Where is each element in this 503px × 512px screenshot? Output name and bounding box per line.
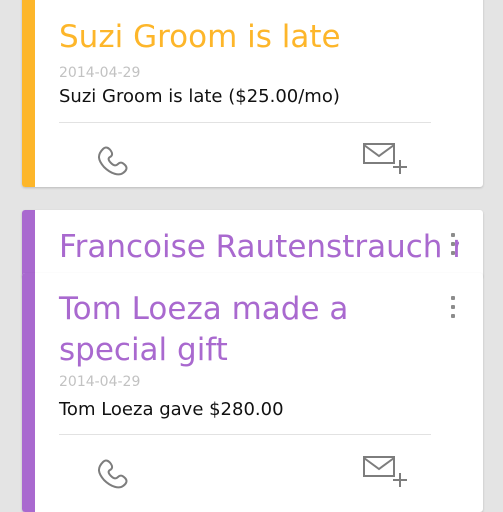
card-body: Suzi Groom is late ($25.00/mo) xyxy=(59,86,340,107)
card-body: Tom Loeza gave $280.00 xyxy=(59,399,284,420)
add-email-icon[interactable] xyxy=(362,138,410,178)
notification-card-late[interactable]: Suzi Groom is late 2014-04-29 Suzi Groom… xyxy=(22,0,483,187)
overflow-menu-icon[interactable] xyxy=(449,233,457,259)
phone-icon[interactable] xyxy=(92,451,132,491)
card-date: 2014-04-29 xyxy=(59,374,141,390)
notification-card-gift-background[interactable]: Francoise Rautenstrauch made a special g… xyxy=(22,210,483,278)
phone-icon[interactable] xyxy=(92,138,132,178)
overflow-menu-icon[interactable] xyxy=(449,296,457,322)
card-title: Francoise Rautenstrauch made a special g… xyxy=(59,229,459,265)
card-title: Suzi Groom is late xyxy=(59,19,341,55)
card-title-line-2: special gift xyxy=(59,332,228,368)
card-accent-bar xyxy=(22,0,35,187)
card-title-line-1: Tom Loeza made a xyxy=(59,291,349,327)
add-email-icon[interactable] xyxy=(362,451,410,491)
card-divider xyxy=(59,122,431,123)
card-accent-bar xyxy=(22,210,35,278)
card-date: 2014-04-29 xyxy=(59,65,141,81)
notification-card-gift[interactable]: Tom Loeza made a special gift 2014-04-29… xyxy=(22,273,483,512)
card-accent-bar xyxy=(22,273,35,512)
card-divider xyxy=(59,434,431,435)
